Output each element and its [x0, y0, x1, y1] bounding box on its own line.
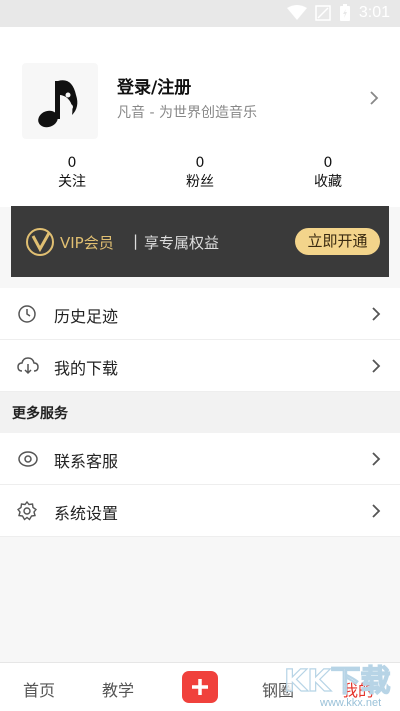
app-slogan: 凡音 - 为世界创造音乐	[117, 105, 257, 121]
stat-label: 粉丝	[186, 174, 214, 190]
vip-activate-button[interactable]: 立即开通	[295, 228, 380, 255]
menu-item-settings[interactable]: 系统设置	[0, 485, 400, 537]
vip-separator: |	[133, 232, 139, 250]
stat-value: 0	[323, 155, 333, 171]
stat-fans[interactable]: 0 粉丝	[160, 154, 240, 192]
vip-description: 享专属权益	[144, 234, 220, 252]
status-time: 3:01	[358, 4, 390, 21]
plus-icon	[192, 679, 208, 695]
vip-badge-icon	[26, 228, 54, 256]
stat-value: 0	[67, 155, 77, 171]
signal-icon	[315, 5, 331, 21]
gear-icon	[17, 501, 37, 521]
status-icons: 3:01	[286, 4, 390, 22]
watermark-url: www.kkx.net	[320, 697, 382, 709]
profile-section[interactable]: 登录/注册 凡音 - 为世界创造音乐 0 关注 0 粉丝 0 收藏	[0, 27, 400, 207]
section-header-label: 更多服务	[12, 406, 68, 422]
stat-following[interactable]: 0 关注	[32, 154, 112, 192]
menu-item-label: 历史足迹	[54, 307, 119, 326]
tab-home[interactable]: 首页	[23, 677, 55, 701]
menu-item-contact-support[interactable]: 联系客服	[0, 433, 400, 485]
chevron-right-icon[interactable]	[369, 90, 379, 106]
svg-text:KK下载: KK下载	[284, 664, 391, 699]
chevron-right-icon	[372, 504, 381, 518]
menu-item-downloads[interactable]: 我的下载	[0, 340, 400, 392]
app-logo	[22, 63, 98, 139]
cloud-download-icon	[17, 357, 39, 375]
tab-teach[interactable]: 教学	[102, 677, 134, 701]
stat-label: 关注	[58, 174, 86, 190]
vip-title: VIP会员	[60, 234, 114, 252]
create-button[interactable]	[182, 671, 218, 703]
vip-banner[interactable]: VIP会员 | 享专属权益 立即开通	[11, 206, 389, 277]
status-bar: 3:01	[0, 0, 400, 27]
chevron-right-icon	[372, 452, 381, 466]
stat-favorites[interactable]: 0 收藏	[288, 154, 368, 192]
section-header-more-services: 更多服务	[0, 392, 400, 433]
stat-value: 0	[195, 155, 205, 171]
menu-item-label: 系统设置	[54, 504, 119, 523]
menu-item-history[interactable]: 历史足迹	[0, 288, 400, 340]
wifi-icon	[286, 5, 307, 20]
eye-service-icon	[18, 451, 38, 467]
stat-label: 收藏	[314, 174, 342, 190]
login-register-link[interactable]: 登录/注册	[117, 73, 191, 98]
menu-item-label: 我的下载	[54, 359, 119, 378]
chevron-right-icon	[372, 359, 381, 373]
clock-icon	[18, 305, 36, 323]
menu-item-label: 联系客服	[54, 452, 119, 471]
battery-icon	[339, 4, 350, 21]
chevron-right-icon	[372, 307, 381, 321]
watermark-logo: KK下载	[283, 663, 391, 699]
music-note-icon	[38, 80, 78, 128]
